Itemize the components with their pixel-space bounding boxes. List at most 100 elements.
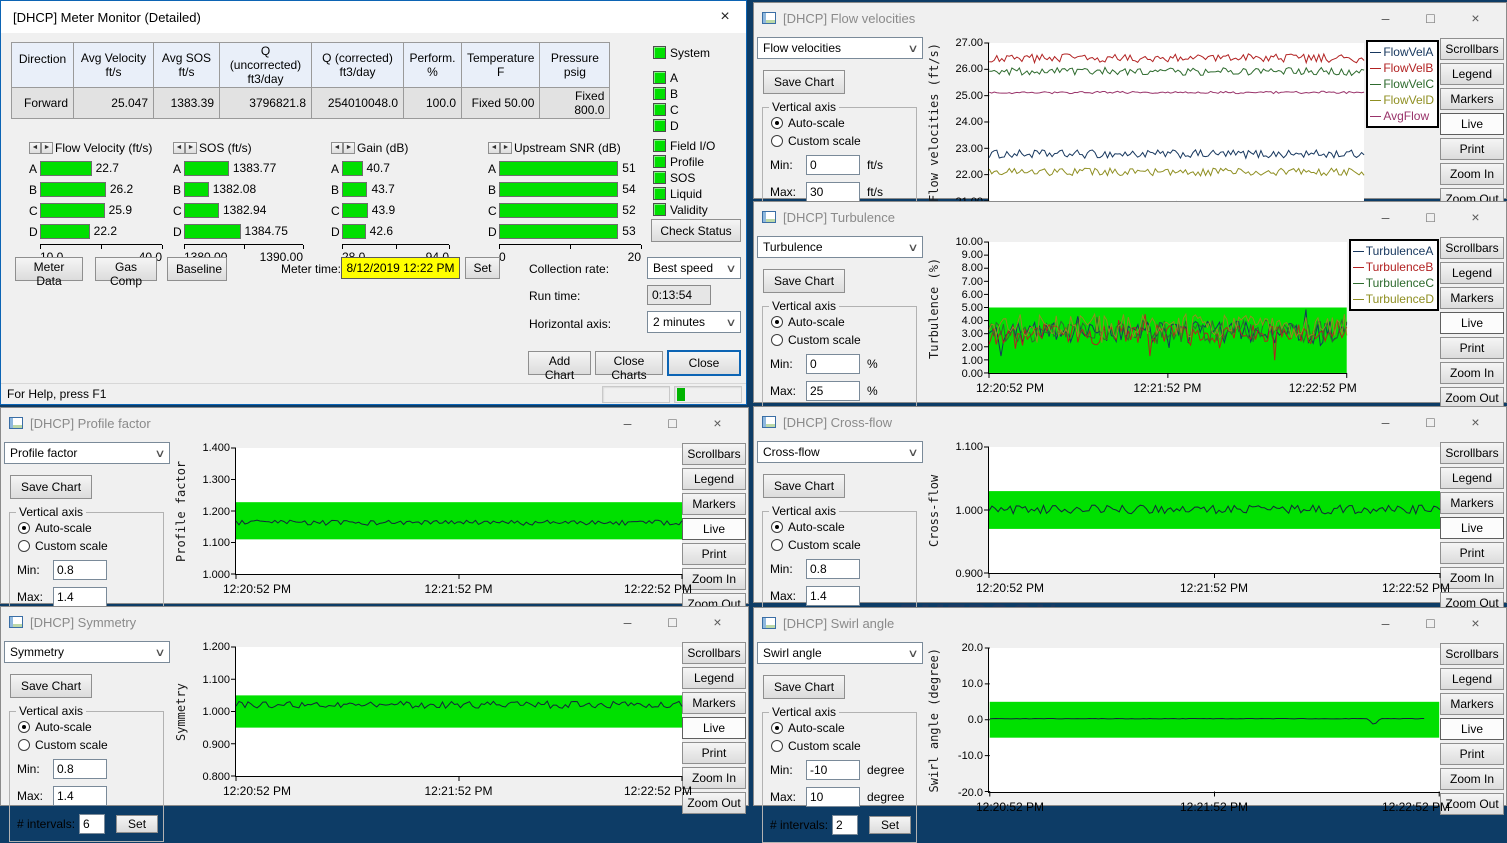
max-input[interactable]: [806, 586, 860, 606]
zoom-in-button[interactable]: Zoom In: [1440, 362, 1504, 384]
check-status-button[interactable]: Check Status: [651, 219, 741, 242]
chart-type-select[interactable]: Symmetry ∨: [4, 641, 170, 663]
scrollbars-button[interactable]: Scrollbars: [1440, 237, 1504, 259]
minimize-icon[interactable]: –: [1363, 10, 1408, 26]
close-icon[interactable]: ×: [695, 415, 740, 431]
min-input[interactable]: [806, 559, 860, 579]
save-chart-button[interactable]: Save Chart: [10, 475, 92, 499]
zoom-in-button[interactable]: Zoom In: [1440, 163, 1504, 185]
markers-button[interactable]: Markers: [682, 692, 746, 714]
maximize-icon[interactable]: □: [1408, 615, 1453, 631]
maximize-icon[interactable]: □: [1408, 10, 1453, 26]
live-button[interactable]: Live: [1440, 113, 1504, 135]
save-chart-button[interactable]: Save Chart: [763, 675, 845, 699]
spinner-left-icon[interactable]: ◄: [173, 142, 185, 154]
min-input[interactable]: [806, 760, 860, 780]
horizontal-axis-select[interactable]: 2 minutes ∨: [647, 311, 741, 333]
legend-button[interactable]: Legend: [1440, 262, 1504, 284]
scrollbars-button[interactable]: Scrollbars: [1440, 643, 1504, 665]
scrollbars-button[interactable]: Scrollbars: [1440, 442, 1504, 464]
auto-scale-radio[interactable]: Auto-scale: [771, 721, 916, 735]
table-header-cell[interactable]: TemperatureF: [462, 43, 540, 88]
intervals-input[interactable]: [832, 815, 858, 835]
scrollbars-button[interactable]: Scrollbars: [682, 642, 746, 664]
custom-scale-radio[interactable]: Custom scale: [18, 738, 163, 752]
save-chart-button[interactable]: Save Chart: [10, 674, 92, 698]
meter-data-button[interactable]: Meter Data: [15, 257, 83, 281]
min-input[interactable]: [806, 155, 860, 175]
markers-button[interactable]: Markers: [1440, 492, 1504, 514]
set-time-button[interactable]: Set: [465, 257, 500, 279]
window-titlebar[interactable]: [DHCP] Profile factor – □ ×: [1, 408, 748, 438]
chart-type-select[interactable]: Cross-flow ∨: [757, 441, 923, 463]
custom-scale-radio[interactable]: Custom scale: [18, 539, 163, 553]
save-chart-button[interactable]: Save Chart: [763, 70, 845, 94]
print-button[interactable]: Print: [1440, 138, 1504, 160]
scrollbars-button[interactable]: Scrollbars: [682, 443, 746, 465]
chart-type-select[interactable]: Turbulence ∨: [757, 236, 923, 258]
live-button[interactable]: Live: [1440, 312, 1504, 334]
close-icon[interactable]: ×: [1453, 414, 1498, 430]
min-input[interactable]: [53, 560, 107, 580]
chart-type-select[interactable]: Swirl angle ∨: [757, 642, 923, 664]
window-titlebar[interactable]: [DHCP] Swirl angle – □ ×: [754, 608, 1506, 638]
close-icon[interactable]: ×: [695, 614, 740, 630]
spinner-left-icon[interactable]: ◄: [29, 142, 41, 154]
auto-scale-radio[interactable]: Auto-scale: [18, 521, 163, 535]
close-icon[interactable]: ×: [1453, 615, 1498, 631]
spinner-left-icon[interactable]: ◄: [331, 142, 343, 154]
min-input[interactable]: [806, 354, 860, 374]
collection-rate-select[interactable]: Best speed ∨: [647, 257, 741, 279]
live-button[interactable]: Live: [682, 518, 746, 540]
legend-button[interactable]: Legend: [1440, 63, 1504, 85]
live-button[interactable]: Live: [1440, 718, 1504, 740]
print-button[interactable]: Print: [1440, 743, 1504, 765]
minimize-icon[interactable]: –: [1363, 414, 1408, 430]
auto-scale-radio[interactable]: Auto-scale: [771, 520, 916, 534]
spinner-right-icon[interactable]: ►: [41, 142, 53, 154]
maximize-icon[interactable]: □: [650, 614, 695, 630]
print-button[interactable]: Print: [682, 543, 746, 565]
set-scale-button[interactable]: Set: [116, 815, 158, 833]
maximize-icon[interactable]: □: [1408, 414, 1453, 430]
legend-button[interactable]: Legend: [682, 667, 746, 689]
print-button[interactable]: Print: [1440, 542, 1504, 564]
maximize-icon[interactable]: □: [650, 415, 695, 431]
minimize-icon[interactable]: –: [605, 614, 650, 630]
max-input[interactable]: [53, 587, 107, 607]
table-header-cell[interactable]: Q (corrected)ft3/day: [312, 43, 404, 88]
markers-button[interactable]: Markers: [682, 493, 746, 515]
spinner-right-icon[interactable]: ►: [500, 142, 512, 154]
table-header-cell[interactable]: Pressurepsig: [540, 43, 610, 88]
print-button[interactable]: Print: [682, 742, 746, 764]
table-header-cell[interactable]: Perform.%: [404, 43, 462, 88]
markers-button[interactable]: Markers: [1440, 287, 1504, 309]
save-chart-button[interactable]: Save Chart: [763, 269, 845, 293]
close-icon[interactable]: ×: [714, 8, 736, 26]
set-scale-button[interactable]: Set: [869, 816, 911, 834]
minimize-icon[interactable]: –: [1363, 209, 1408, 225]
custom-scale-radio[interactable]: Custom scale: [771, 739, 916, 753]
window-titlebar[interactable]: [DHCP] Meter Monitor (Detailed) ×: [1, 1, 746, 33]
scrollbars-button[interactable]: Scrollbars: [1440, 38, 1504, 60]
spinner-right-icon[interactable]: ►: [185, 142, 197, 154]
spinner-left-icon[interactable]: ◄: [488, 142, 500, 154]
save-chart-button[interactable]: Save Chart: [763, 474, 845, 498]
close-charts-button[interactable]: Close Charts: [595, 351, 663, 375]
custom-scale-radio[interactable]: Custom scale: [771, 538, 916, 552]
custom-scale-radio[interactable]: Custom scale: [771, 134, 916, 148]
window-titlebar[interactable]: [DHCP] Symmetry – □ ×: [1, 607, 748, 637]
meter-time-field[interactable]: [341, 257, 460, 279]
legend-button[interactable]: Legend: [1440, 467, 1504, 489]
gas-comp-button[interactable]: Gas Comp: [95, 257, 157, 281]
table-header-cell[interactable]: Q (uncorrected)ft3/day: [220, 43, 312, 88]
legend-button[interactable]: Legend: [682, 468, 746, 490]
close-icon[interactable]: ×: [1453, 209, 1498, 225]
legend-button[interactable]: Legend: [1440, 668, 1504, 690]
table-header-cell[interactable]: Direction: [12, 43, 74, 88]
auto-scale-radio[interactable]: Auto-scale: [771, 116, 916, 130]
table-header-cell[interactable]: Avg Velocityft/s: [74, 43, 154, 88]
max-input[interactable]: [53, 786, 107, 806]
close-button[interactable]: Close: [667, 350, 741, 376]
custom-scale-radio[interactable]: Custom scale: [771, 333, 916, 347]
